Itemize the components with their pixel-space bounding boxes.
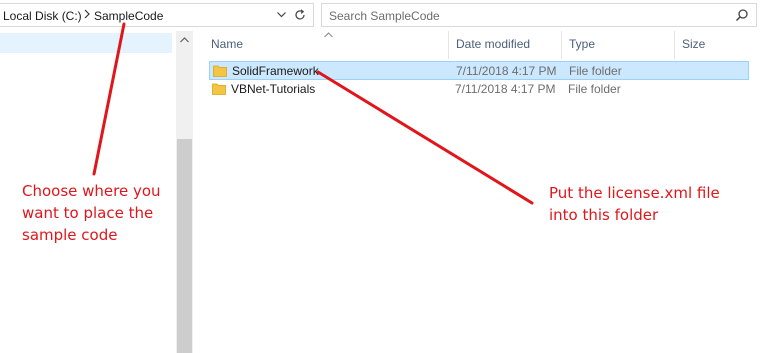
- annotation-line: into this folder: [549, 206, 659, 224]
- breadcrumb-separator-icon[interactable]: [83, 8, 91, 20]
- folder-icon: [213, 65, 227, 77]
- nav-scrollbar[interactable]: [176, 31, 193, 353]
- scroll-thumb[interactable]: [177, 139, 192, 353]
- breadcrumb-samplecode[interactable]: SampleCode: [94, 9, 163, 23]
- nav-item-selected[interactable]: [0, 33, 172, 53]
- annotation-line: want to place the: [22, 204, 154, 222]
- chevron-down-icon[interactable]: [273, 7, 289, 23]
- column-header-date-modified[interactable]: Date modified: [456, 37, 530, 51]
- column-header-type[interactable]: Type: [569, 37, 595, 51]
- refresh-icon[interactable]: [292, 7, 308, 23]
- scroll-up-icon[interactable]: [176, 31, 193, 48]
- address-bar[interactable]: Local Disk (C:) SampleCode: [0, 3, 314, 27]
- annotation-line: Put the license.xml file: [549, 184, 720, 202]
- search-icon[interactable]: [735, 8, 749, 22]
- column-divider[interactable]: [448, 31, 449, 59]
- column-header-name[interactable]: Name: [211, 37, 243, 51]
- sort-ascending-icon: [324, 32, 333, 38]
- column-divider[interactable]: [674, 31, 675, 59]
- file-type: File folder: [569, 64, 622, 78]
- file-name[interactable]: SolidFramework: [232, 64, 319, 78]
- column-divider[interactable]: [561, 31, 562, 59]
- file-name[interactable]: VBNet-Tutorials: [231, 82, 315, 96]
- annotation-note-left: Choose where you want to place the sampl…: [22, 180, 161, 246]
- column-header-size[interactable]: Size: [682, 37, 705, 51]
- search-placeholder: Search SampleCode: [329, 9, 440, 23]
- file-date-modified: 7/11/2018 4:17 PM: [455, 82, 556, 96]
- search-input[interactable]: Search SampleCode: [321, 3, 757, 27]
- file-row[interactable]: SolidFramework 7/11/2018 4:17 PM File fo…: [209, 61, 749, 80]
- annotation-line: sample code: [22, 226, 118, 244]
- annotation-line: Choose where you: [22, 182, 161, 200]
- file-date-modified: 7/11/2018 4:17 PM: [456, 64, 557, 78]
- file-type: File folder: [568, 82, 621, 96]
- file-row[interactable]: VBNet-Tutorials 7/11/2018 4:17 PM File f…: [209, 80, 749, 99]
- breadcrumb-local-disk[interactable]: Local Disk (C:): [3, 9, 82, 23]
- annotation-note-right: Put the license.xml file into this folde…: [549, 182, 720, 226]
- folder-icon: [212, 83, 226, 95]
- toolbar: Local Disk (C:) SampleCode Search Sample…: [0, 0, 768, 31]
